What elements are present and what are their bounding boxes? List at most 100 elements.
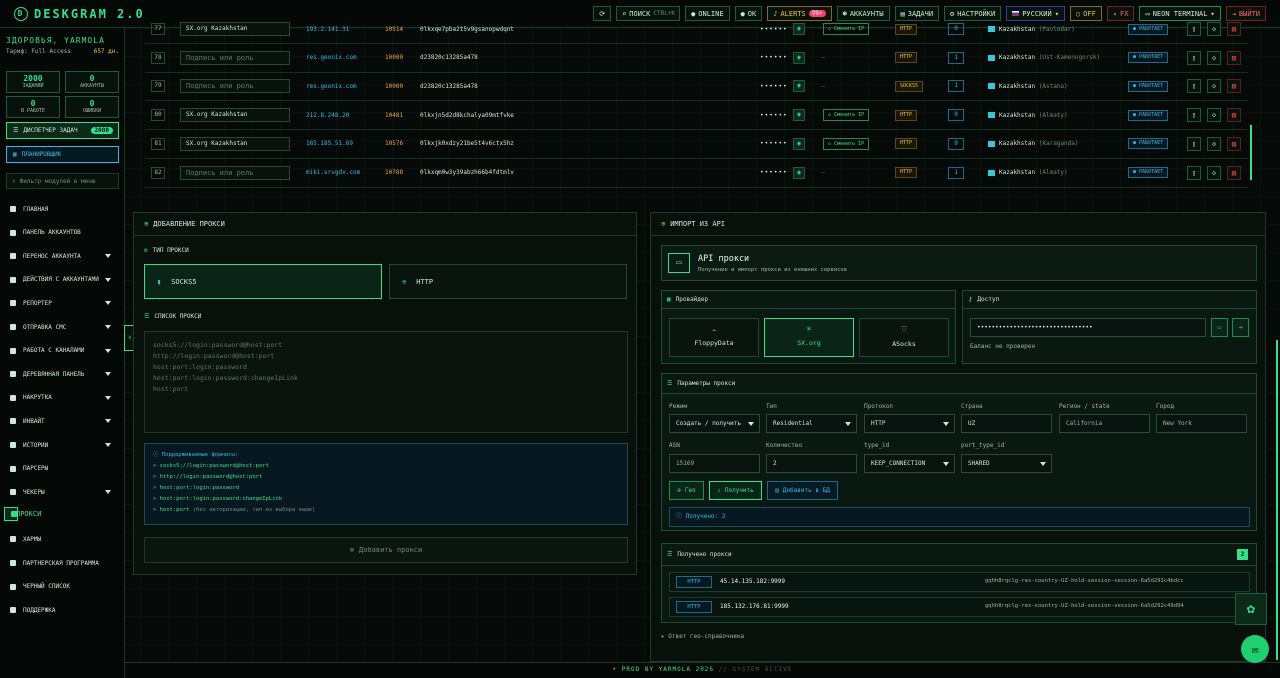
sidebar-item-4[interactable]: РЕПОРТЕР	[4, 294, 121, 312]
geo-ref-toggle[interactable]: ▸ Ответ гео-справочника	[661, 633, 744, 640]
show-password-button[interactable]: ◉	[793, 166, 805, 179]
proxy-label-input[interactable]: SX.org Kazakhstan	[180, 108, 290, 123]
check-button[interactable]: ◇	[1207, 50, 1221, 65]
sidebar-item-16[interactable]: ЧЕРНЫЙ СПИСОК	[4, 578, 121, 596]
table-scrollbar[interactable]	[1250, 125, 1252, 180]
planner-button[interactable]: ▦ ПЛАНИРОВЩИК	[6, 146, 119, 163]
sidebar-item-13[interactable]: ПРОКСИ	[4, 506, 41, 521]
language-label: РУССКИЙ	[1022, 9, 1052, 18]
dispatcher-button[interactable]: ☰ ДИСПЕТЧЕР ЗАДАЧ 2000	[6, 122, 119, 139]
sidebar-item-5[interactable]: ОТПРАВКА СМС	[4, 318, 121, 336]
protocol-select[interactable]: HTTP	[864, 414, 955, 433]
api-key-input[interactable]: ••••••••••••••••••••••••••••••••	[970, 318, 1206, 337]
sidebar-item-17[interactable]: ПОДДЕРЖКА	[4, 601, 121, 619]
check-balance-button[interactable]: ⇥	[1232, 318, 1249, 337]
copy-button[interactable]: ▯	[1187, 165, 1201, 180]
porttype-select[interactable]: SHARED	[961, 454, 1052, 473]
sidebar-item-10[interactable]: ИСТОРИИ	[4, 436, 121, 454]
module-filter-input[interactable]: ⌕ Фильтр модулей в меню	[6, 173, 119, 189]
stat-accounts[interactable]: 0 АККАУНТЫ	[65, 71, 119, 93]
typeid-select[interactable]: KEEP_CONNECTION	[864, 454, 955, 473]
count-input[interactable]: 2	[766, 454, 857, 473]
type-select[interactable]: Residential	[766, 414, 857, 433]
sidebar-item-12[interactable]: ЧЕКЕРЫ	[4, 483, 121, 501]
sidebar-item-7[interactable]: ДЕРЕВЯННАЯ ПАНЕЛЬ	[4, 365, 121, 383]
sidebar-item-0[interactable]: ГЛАВНАЯ	[4, 200, 121, 218]
bell-icon: ♪	[773, 9, 778, 18]
region-input[interactable]: California	[1059, 414, 1150, 433]
format-text: host:port:login:password	[159, 485, 240, 491]
stat-in-progress[interactable]: 0В РАБОТЕ	[6, 96, 60, 118]
received-row[interactable]: HTTP 185.132.176.81:9999 gqhh8rqclg-res-co…	[669, 597, 1250, 617]
sidebar-item-8[interactable]: НАКРУТКА	[4, 389, 121, 407]
delete-button[interactable]: ▥	[1227, 108, 1241, 123]
provider-asocks[interactable]: ⛉ ASocks	[859, 318, 949, 357]
sidebar-item-15[interactable]: ПАРТНЕРСКАЯ ПРОГРАММА	[4, 554, 121, 572]
sidebar-item-6[interactable]: РАБОТА С КАНАЛАМИ	[4, 342, 121, 360]
app-logo[interactable]: D DESKGRAM 2.0	[14, 6, 145, 21]
mascot-avatar[interactable]: ✿	[1235, 593, 1267, 625]
check-button[interactable]: ◇	[1207, 22, 1221, 36]
proxy-label-input[interactable]: Подпись или роль	[180, 165, 290, 180]
stat-tasks[interactable]: 2000 ЗАДАНИЙ	[6, 71, 60, 93]
delete-button[interactable]: ▥	[1227, 50, 1241, 65]
eye-icon: ◉	[797, 53, 801, 61]
show-password-button[interactable]: ◉	[793, 137, 805, 150]
http-option[interactable]: ⊕ HTTP	[389, 264, 627, 299]
add-proxy-button[interactable]: ⊕ Добавить прокси	[144, 537, 628, 563]
delete-button[interactable]: ▥	[1227, 165, 1241, 180]
sidebar-item-3[interactable]: ДЕЙСТВИЯ С АККАУНТАМИ	[4, 271, 121, 289]
show-password-button[interactable]: ◉	[793, 23, 805, 35]
check-button[interactable]: ◇	[1207, 165, 1221, 180]
mode-select[interactable]: Создать / получить	[669, 414, 760, 433]
copy-button[interactable]: ▯	[1187, 79, 1201, 94]
proxy-label-input[interactable]: SX.org Kazakhstan	[180, 136, 290, 151]
show-password-button[interactable]: ◉	[793, 109, 805, 122]
show-password-button[interactable]: ◉	[793, 51, 805, 64]
delete-button[interactable]: ▥	[1227, 79, 1241, 94]
country-input[interactable]: UZ	[961, 414, 1052, 433]
add-to-db-button[interactable]: ▤ Добавить в БД	[767, 481, 838, 500]
copy-button[interactable]: ▯	[1187, 50, 1201, 65]
proxy-label-input[interactable]: Подпись или роль	[180, 79, 290, 94]
delete-button[interactable]: ▥	[1227, 22, 1241, 36]
proxy-login: d23820c13285a478	[420, 82, 478, 90]
show-password-button[interactable]: ◉	[793, 80, 805, 93]
sidebar-item-11[interactable]: ПАРСЕРЫ	[4, 460, 121, 478]
copy-button[interactable]: ▯	[1187, 22, 1201, 36]
chat-button[interactable]: ✉	[1241, 635, 1269, 663]
http-label: HTTP	[416, 277, 434, 286]
received-row[interactable]: HTTP 45.14.135.182:9999 gqhh8rqclg-res-cou…	[669, 572, 1250, 592]
change-ip-button[interactable]: ◇ Сменить IP	[823, 109, 870, 122]
geo-button[interactable]: ⊕ Гео	[669, 481, 704, 500]
socks5-option[interactable]: ▮ SOCKS5	[144, 264, 382, 299]
check-button[interactable]: ◇	[1207, 136, 1221, 151]
sidebar-item-1[interactable]: ПАНЕЛЬ АККАУНТОВ	[4, 224, 121, 242]
provider-floppydata[interactable]: ☁ FloppyData	[669, 318, 759, 357]
provider-sxorg[interactable]: ⌘ SX.org	[764, 318, 854, 357]
get-button[interactable]: ⇩ Получить	[709, 481, 762, 500]
logo-icon: D	[14, 6, 28, 21]
nav-icon	[9, 276, 17, 284]
copy-button[interactable]: ▯	[1187, 108, 1201, 123]
stat-errors[interactable]: 0 ОШИБКИ	[65, 96, 119, 118]
sidebar-item-14[interactable]: ХАРМЫ	[4, 530, 121, 548]
asn-input[interactable]: 15169	[669, 454, 760, 473]
globe-icon: ⊕	[661, 220, 666, 228]
city-input[interactable]: New York	[1156, 414, 1247, 433]
delete-button[interactable]: ▥	[1227, 136, 1241, 151]
online-label: ONLINE	[698, 9, 724, 18]
sidebar-item-label: ПАРТНЕРСКАЯ ПРОГРАММА	[23, 559, 99, 567]
save-key-button[interactable]: ▭	[1211, 318, 1228, 337]
change-ip-button[interactable]: ◇ Сменить IP	[823, 137, 870, 150]
check-button[interactable]: ◇	[1207, 79, 1221, 94]
proxy-label-input[interactable]: SX.org Kazakhstan	[180, 22, 290, 36]
copy-button[interactable]: ▯	[1187, 136, 1201, 151]
proxy-list-textarea[interactable]: socks5://login:password@host:port http://…	[144, 331, 628, 433]
sidebar-item-9[interactable]: ИНВАЙТ	[4, 412, 121, 430]
change-ip-button[interactable]: ◇ Сменить IP	[823, 23, 870, 35]
sidebar-item-2[interactable]: ПЕРЕНОС АККАУНТА	[4, 247, 121, 265]
page-scrollbar[interactable]	[1276, 340, 1278, 660]
proxy-label-input[interactable]: Подпись или роль	[180, 50, 290, 65]
check-button[interactable]: ◇	[1207, 108, 1221, 123]
